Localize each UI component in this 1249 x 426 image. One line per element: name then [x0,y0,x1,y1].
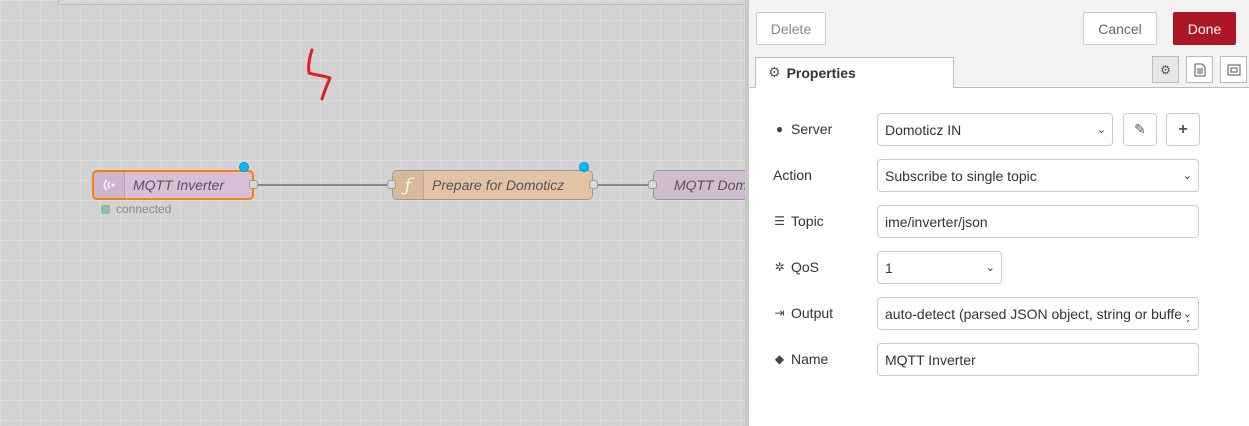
mqtt-out-node[interactable]: MQTT Dom [653,170,745,200]
node-label: MQTT Dom [674,177,745,193]
status-text: connected [116,202,172,216]
action-select[interactable]: Subscribe to single topic ⌄ [877,159,1199,192]
edit-toolbar: Delete Cancel Done [749,0,1249,53]
red-annotation-mark [307,48,332,101]
chevron-down-icon: ⌄ [1094,123,1106,136]
flow-workspace[interactable]: MQTT Inverter connected ƒ Prepare for Do… [0,0,745,426]
done-button[interactable]: Done [1173,12,1236,45]
output-row: ⇥ Output auto-detect (parsed JSON object,… [773,297,1243,331]
server-label: ● Server [773,121,832,137]
globe-icon: ● [775,122,784,136]
prepare-for-domoticz-node[interactable]: ƒ Prepare for Domoticz [392,170,593,200]
radio-waves-icon [94,171,125,199]
name-row: ◆ Name MQTT Inverter [773,343,1243,377]
gear-icon: ⚙ [768,64,781,80]
server-select[interactable]: Domoticz IN ⌄ [877,113,1113,146]
node-changed-indicator [239,162,249,172]
empire-icon: ✲ [774,260,785,274]
tab-properties[interactable]: ⚙ Properties [755,57,954,88]
editor-tabs: ⚙ Properties ⚙ [749,52,1249,88]
chevron-down-icon: ⌄ [1180,169,1192,182]
action-label: Action [773,167,812,183]
sign-out-icon: ⇥ [774,306,785,320]
node-label: Prepare for Domoticz [432,177,565,193]
cancel-button[interactable]: Cancel [1083,12,1157,45]
server-row: ● Server Domoticz IN ⌄ ✎ + [773,113,1243,147]
tag-icon: ◆ [774,352,785,366]
gear-icon[interactable]: ⚙ [1152,56,1179,83]
chevron-down-icon: ⌄ [1180,307,1192,320]
topic-input[interactable]: ime/inverter/json [877,205,1199,238]
qos-row: ✲ QoS 1 ⌄ [773,251,1243,285]
workspace-tab-edge [58,0,745,5]
topic-row: ☰ Topic ime/inverter/json [773,205,1243,239]
tab-label: Properties [786,64,856,81]
output-port[interactable] [589,180,598,189]
description-icon[interactable] [1186,56,1213,83]
input-port[interactable] [648,180,657,189]
output-label: ⇥ Output [774,305,834,321]
name-label: ◆ Name [774,351,829,367]
input-port[interactable] [387,180,396,189]
node-edit-panel: Delete Cancel Done ⚙ Properties ⚙ ● Serve… [745,0,1249,426]
qos-label: ✲ QoS [774,259,820,275]
node-label: MQTT Inverter [133,177,225,193]
name-input[interactable]: MQTT Inverter [877,343,1199,376]
qos-select[interactable]: 1 ⌄ [877,251,1002,284]
chevron-down-icon: ⌄ [983,261,995,274]
action-row: Action Subscribe to single topic ⌄ [773,159,1243,193]
wire-inverter-to-prepare[interactable] [257,184,392,186]
mqtt-inverter-node[interactable]: MQTT Inverter [92,170,254,200]
node-changed-indicator [579,162,589,172]
node-status: connected [101,202,171,216]
function-icon: ƒ [393,171,424,199]
status-dot-icon [101,204,110,214]
tasks-icon: ☰ [774,214,785,228]
output-port[interactable] [249,180,258,189]
output-select[interactable]: auto-detect (parsed JSON object, string … [877,297,1199,330]
appearance-icon[interactable] [1220,56,1247,83]
delete-button[interactable]: Delete [756,12,826,45]
add-server-button[interactable]: + [1166,113,1200,146]
edit-server-button[interactable]: ✎ [1123,113,1157,146]
wire-prepare-to-mqtt[interactable] [597,184,653,186]
topic-label: ☰ Topic [774,213,824,229]
